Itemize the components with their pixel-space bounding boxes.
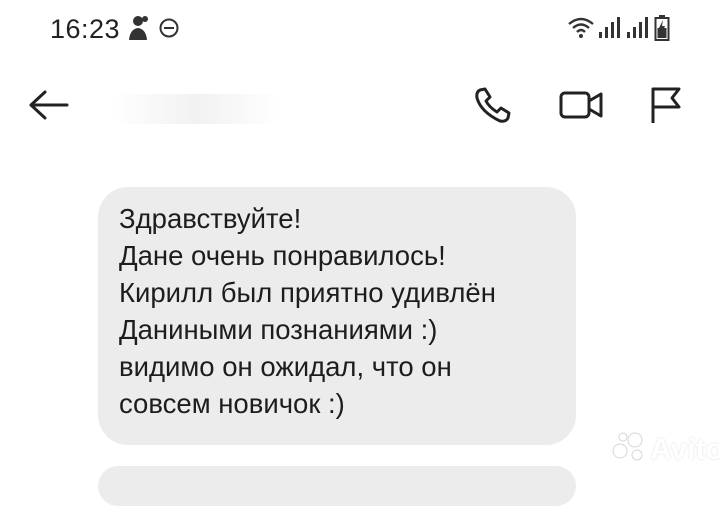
- wifi-icon: [566, 16, 596, 45]
- watermark: Avito: [612, 431, 720, 469]
- video-call-button[interactable]: [556, 84, 606, 130]
- message-line: Даниными познаниями :): [119, 314, 438, 345]
- status-time: 16:23: [50, 14, 121, 44]
- signal-icon: [598, 16, 624, 45]
- flag-icon: [645, 85, 685, 130]
- battery-charging-icon: [654, 14, 670, 47]
- notification-person-icon: [126, 14, 150, 47]
- signal-icon: [626, 16, 652, 45]
- back-button[interactable]: [24, 84, 74, 130]
- back-arrow-icon: [27, 88, 71, 127]
- watermark-text: Avito: [650, 433, 720, 466]
- phone-icon: [473, 85, 513, 130]
- message-bubble[interactable]: Здравствуйте! Дане очень понравилось! Ки…: [98, 187, 576, 445]
- message-line: Кирилл был приятно удивлён: [119, 277, 496, 308]
- avito-logo-icon: [612, 431, 650, 469]
- contact-name[interactable]: [112, 94, 282, 124]
- status-bar: 16:23: [0, 0, 720, 60]
- message-line: видимо он ожидал, что он: [119, 351, 452, 382]
- message-line: Здравствуйте!: [119, 203, 302, 234]
- next-message-bubble[interactable]: [98, 466, 576, 506]
- message-line: совсем новичок :): [119, 388, 345, 419]
- report-button[interactable]: [640, 84, 690, 130]
- message-line: Дане очень понравилось!: [119, 240, 446, 271]
- app-bar: [0, 70, 720, 145]
- call-button[interactable]: [468, 84, 518, 130]
- do-not-disturb-icon: [158, 17, 180, 44]
- video-icon: [558, 88, 604, 127]
